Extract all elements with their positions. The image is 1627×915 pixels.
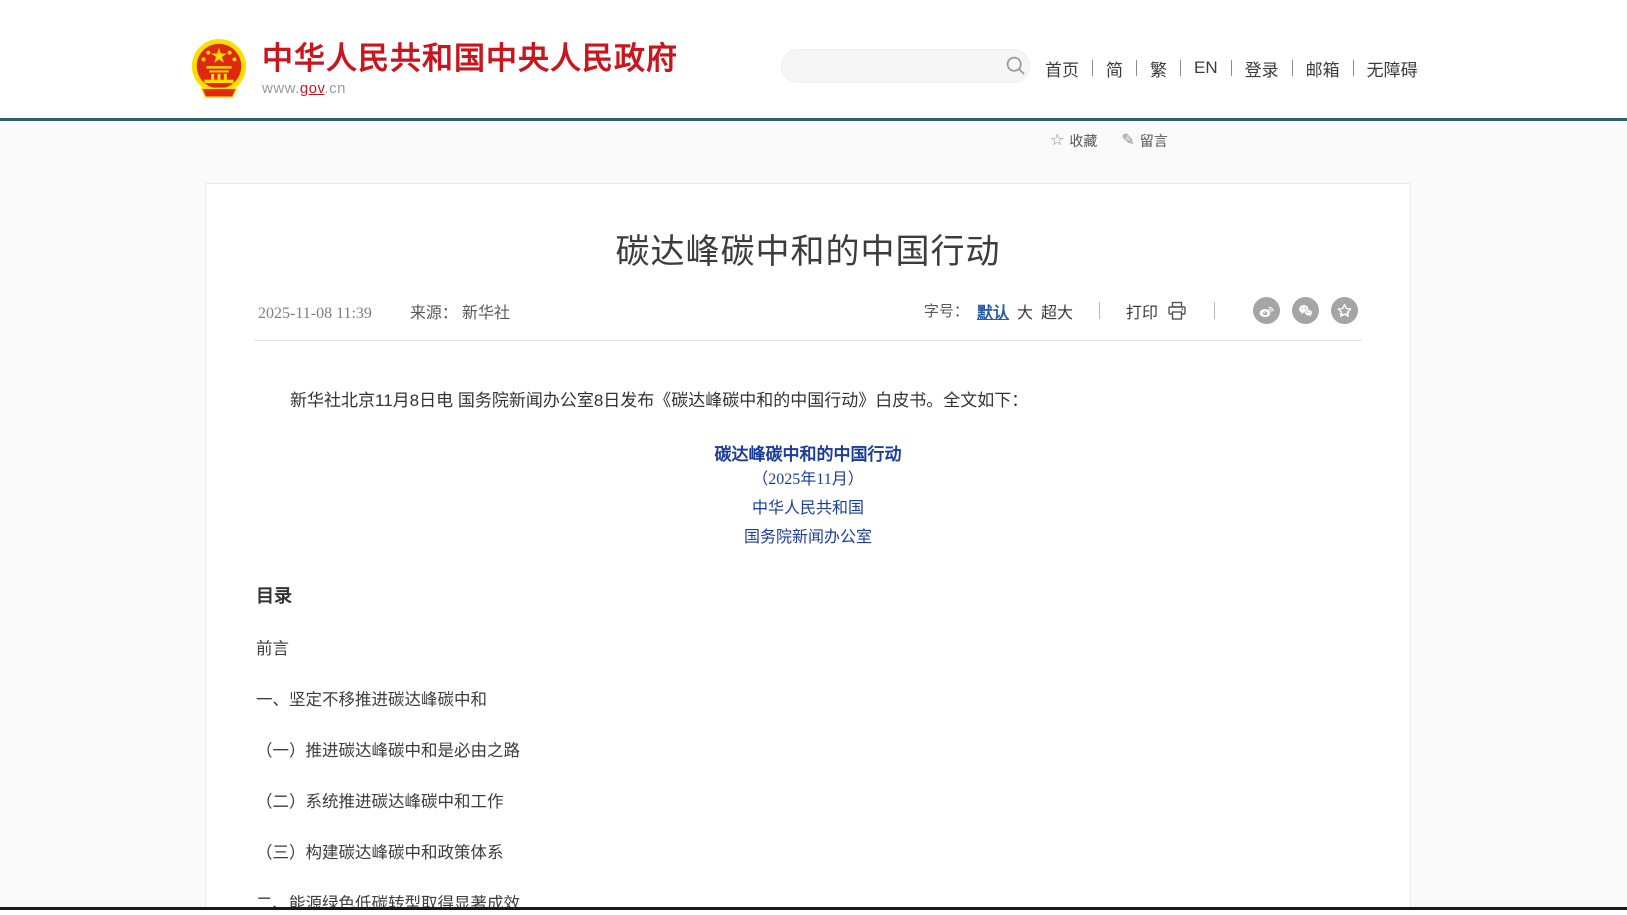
meta-divider [254,340,1362,341]
favorite-link[interactable]: ☆ 收藏 [1050,131,1097,151]
font-size-label: 字号： [924,300,969,321]
star-icon: ☆ [1050,133,1064,149]
toc-item: （二）系统推进碳达峰碳中和工作 [256,788,1360,812]
search-input[interactable] [782,58,1005,75]
print-button[interactable]: 打印 [1126,299,1188,323]
meta-separator [1214,302,1215,319]
source-value[interactable]: 新华社 [462,305,510,322]
wechat-icon [1297,302,1314,319]
pencil-icon: ✎ [1121,133,1134,149]
font-size-large[interactable]: 大 [1017,299,1033,323]
nav-traditional[interactable]: 繁 [1150,56,1167,81]
lead-paragraph: 新华社北京11月8日电 国务院新闻办公室8日发布《碳达峰碳中和的中国行动》白皮书… [256,387,1360,414]
article-card: 碳达峰碳中和的中国行动 2025-11-08 11:39 来源： 新华社 字号：… [205,183,1411,915]
nav-separator [1092,60,1093,76]
nav-separator [1231,60,1232,76]
meta-separator [1099,302,1100,319]
toc-item: 一、坚定不移推进碳达峰碳中和 [256,686,1360,710]
document-org-line1: 中华人民共和国 [256,494,1360,523]
share-wechat-button[interactable] [1292,297,1319,324]
article-meta-right: 字号： 默认 大 超大 打印 [924,297,1358,324]
comment-label: 留言 [1140,131,1168,151]
brand-text: 中华人民共和国中央人民政府 www.gov.cn [262,36,678,97]
article-body: 新华社北京11月8日电 国务院新闻办公室8日发布《碳达峰碳中和的中国行动》白皮书… [254,387,1362,915]
qzone-star-icon [1336,302,1353,319]
nav-english[interactable]: EN [1194,58,1218,78]
nav-separator [1292,60,1293,76]
toc-item: （一）推进碳达峰碳中和是必由之路 [256,737,1360,761]
viewport-bottom-edge [0,907,1627,910]
printer-icon [1166,300,1188,322]
url-www: www. [262,80,300,97]
font-size-xlarge[interactable]: 超大 [1041,299,1073,323]
page-actions: ☆ 收藏 ✎ 留言 [1050,131,1192,151]
article-meta-row: 2025-11-08 11:39 来源： 新华社 字号： 默认 大 超大 打印 [254,297,1362,324]
favorite-label: 收藏 [1069,131,1097,151]
nav-accessibility[interactable]: 无障碍 [1367,56,1418,81]
toc-heading: 目录 [256,582,1360,608]
url-cn: .cn [324,80,346,97]
article-title: 碳达峰碳中和的中国行动 [254,224,1362,273]
site-url: www.gov.cn [262,80,678,97]
publish-date: 2025-11-08 11:39 [258,305,372,322]
nav-home[interactable]: 首页 [1045,56,1079,81]
url-gov: gov [300,80,325,97]
page: 中华人民共和国中央人民政府 www.gov.cn 首页 简 繁 EN 登录 邮箱 [0,0,1627,915]
weibo-icon [1258,302,1275,319]
nav-simplified[interactable]: 简 [1106,56,1123,81]
top-nav: 首页 简 繁 EN 登录 邮箱 无障碍 [1045,55,1418,81]
toc-item: 前言 [256,635,1360,659]
site-brand[interactable]: 中华人民共和国中央人民政府 www.gov.cn [188,36,678,104]
national-emblem-icon [188,36,250,104]
viewport-bottom-strip [0,910,1627,915]
share-icons [1241,297,1358,324]
nav-separator [1180,60,1181,76]
document-date: （2025年11月） [256,465,1360,494]
font-size-default[interactable]: 默认 [977,299,1009,323]
nav-login[interactable]: 登录 [1245,56,1279,81]
comment-link[interactable]: ✎ 留言 [1121,131,1167,151]
site-header: 中华人民共和国中央人民政府 www.gov.cn 首页 简 繁 EN 登录 邮箱 [0,0,1627,121]
nav-mail[interactable]: 邮箱 [1306,56,1340,81]
site-title: 中华人民共和国中央人民政府 [262,42,678,76]
nav-separator [1353,60,1354,76]
document-org-line2: 国务院新闻办公室 [256,523,1360,552]
toc-item: （三）构建碳达峰碳中和政策体系 [256,839,1360,863]
search-icon[interactable] [1005,55,1027,77]
print-label: 打印 [1126,299,1158,323]
search-box[interactable] [781,49,1030,83]
share-weibo-button[interactable] [1253,297,1280,324]
share-qzone-button[interactable] [1331,297,1358,324]
article-meta-left: 2025-11-08 11:39 来源： 新华社 [258,299,510,323]
document-title: 碳达峰碳中和的中国行动 [256,440,1360,465]
source-label: 来源： [410,305,458,322]
nav-separator [1136,60,1137,76]
